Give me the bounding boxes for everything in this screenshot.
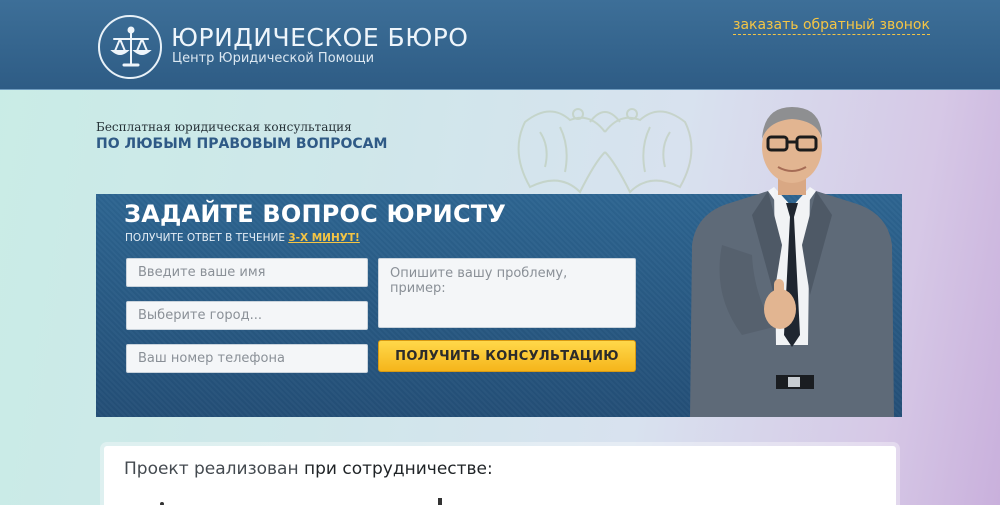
partners-heading: Проект реализован при сотрудничестве: bbox=[124, 459, 493, 479]
partners-heading-prefix: Проект реализован bbox=[124, 459, 304, 479]
callback-link[interactable]: заказать обратный звонок bbox=[733, 16, 930, 35]
city-select[interactable]: Выберите город... bbox=[126, 301, 368, 330]
form-subtitle-text: ПОЛУЧИТЕ ОТВЕТ В ТЕЧЕНИЕ bbox=[125, 232, 289, 244]
logo-title[interactable]: ЮРИДИЧЕСКОЕ БЮРО bbox=[171, 24, 468, 52]
partner-logos bbox=[160, 498, 442, 505]
phone-input-placeholder: Ваш номер телефона bbox=[138, 351, 285, 366]
partners-heading-strong: при сотрудничестве: bbox=[304, 459, 493, 479]
scales-of-justice-icon[interactable] bbox=[98, 15, 162, 79]
name-input-placeholder: Введите ваше имя bbox=[138, 265, 266, 280]
city-select-placeholder: Выберите город... bbox=[138, 308, 262, 323]
site-header: ЮРИДИЧЕСКОЕ БЮРО Центр Юридической Помощ… bbox=[0, 0, 1000, 90]
name-input[interactable]: Введите ваше имя bbox=[126, 258, 368, 287]
phone-input[interactable]: Ваш номер телефона bbox=[126, 344, 368, 373]
form-title: ЗАДАЙТЕ ВОПРОС ЮРИСТУ bbox=[124, 200, 507, 228]
lawyer-photo bbox=[690, 107, 894, 417]
form-subtitle-highlight: 3-Х МИНУТ! bbox=[288, 232, 360, 244]
hero-tagline: Бесплатная юридическая консультация bbox=[96, 120, 352, 134]
problem-textarea[interactable]: Опишите вашу проблему, пример: bbox=[378, 258, 636, 328]
logo-subtitle: Центр Юридической Помощи bbox=[172, 51, 375, 66]
problem-textarea-placeholder: Опишите вашу проблему, пример: bbox=[390, 266, 568, 296]
partners-section: Проект реализован при сотрудничестве: bbox=[104, 446, 896, 505]
hero-heading: ПО ЛЮБЫМ ПРАВОВЫМ ВОПРОСАМ bbox=[96, 136, 388, 152]
get-consultation-button[interactable]: ПОЛУЧИТЬ КОНСУЛЬТАЦИЮ bbox=[378, 340, 636, 372]
form-subtitle: ПОЛУЧИТЕ ОТВЕТ В ТЕЧЕНИЕ 3-Х МИНУТ! bbox=[125, 232, 360, 244]
